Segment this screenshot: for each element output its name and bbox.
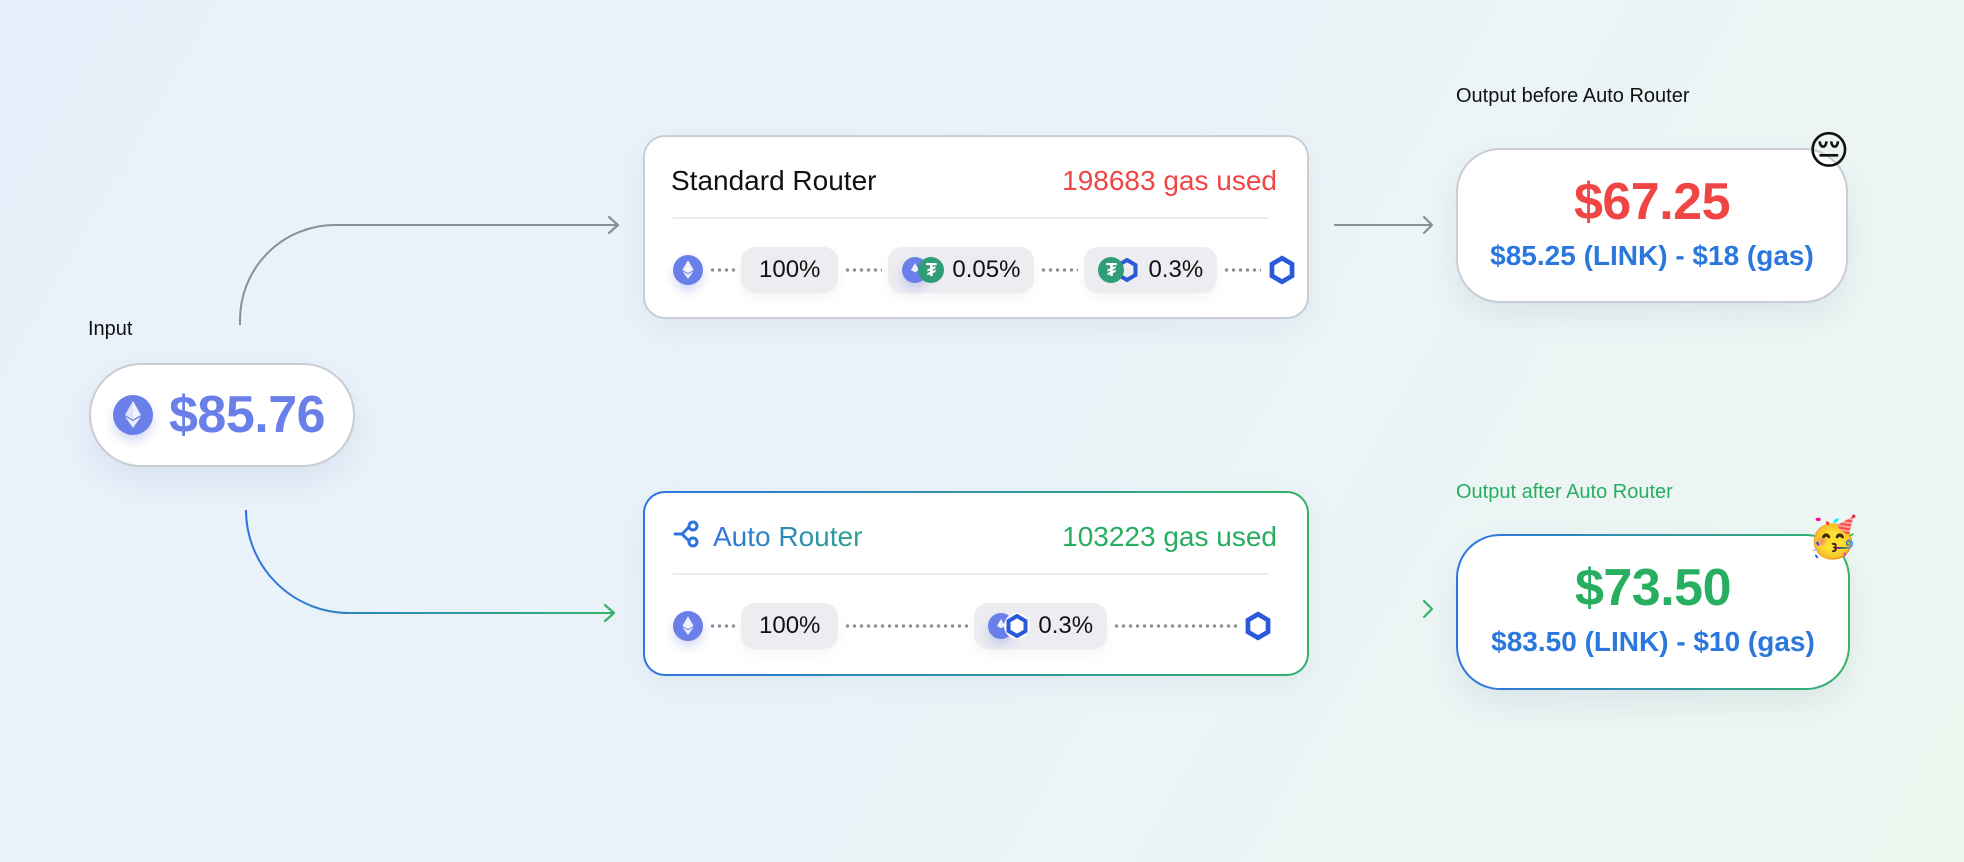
connector-input-to-auto	[245, 509, 616, 623]
connector-standard-to-output	[1334, 215, 1434, 235]
input-amount: $85.76	[169, 386, 326, 444]
pool-pill: ₮ 0.05%	[888, 247, 1035, 293]
chainlink-icon	[1243, 611, 1273, 641]
output-after-amount: $73.50	[1574, 559, 1732, 617]
input-label: Input	[88, 318, 133, 340]
auto-route-path: 100% 0.3%	[673, 603, 1271, 649]
standard-router-title: Standard Router	[671, 165, 877, 196]
standard-router-card: Standard Router 198683 gas used 100% ₮ 0…	[643, 135, 1309, 319]
route-dots	[709, 624, 735, 628]
split-percent-pill: 100%	[741, 247, 839, 293]
route-dots	[1040, 268, 1079, 272]
auto-router-gas: 103223 gas used	[1062, 521, 1277, 552]
standard-router-gas: 198683 gas used	[1062, 165, 1277, 196]
pool-pill: 0.3%	[974, 603, 1108, 649]
chainlink-icon	[1004, 613, 1031, 639]
split-percent-pill: 100%	[741, 603, 839, 649]
input-card: $85.76	[89, 363, 355, 467]
auto-router-card: Auto Router 103223 gas used 100% 0.3%	[643, 491, 1309, 676]
output-before-amount: $67.25	[1573, 173, 1731, 231]
route-dots	[1113, 624, 1238, 628]
connector-auto-to-output	[1334, 599, 1434, 619]
partying-face-icon: 🥳	[1808, 516, 1858, 560]
divider	[673, 217, 1269, 219]
ethereum-icon	[113, 395, 153, 435]
route-dots	[1223, 268, 1262, 272]
output-after-card: $73.50 $83.50 (LINK) - $10 (gas)	[1456, 534, 1850, 690]
ethereum-icon	[673, 611, 703, 641]
connector-input-to-standard	[239, 215, 620, 325]
output-after-breakdown: $83.50 (LINK) - $10 (gas)	[1491, 626, 1815, 657]
route-dots	[844, 624, 969, 628]
route-dots	[709, 268, 735, 272]
tether-icon: ₮	[918, 257, 945, 283]
route-dots	[844, 268, 883, 272]
auto-router-title: Auto Router	[671, 520, 862, 555]
ethereum-icon	[673, 255, 703, 285]
output-before-card: $67.25 $85.25 (LINK) - $18 (gas)	[1456, 148, 1848, 303]
pensive-face-icon: 😔	[1808, 129, 1850, 173]
chainlink-icon	[1267, 255, 1297, 285]
output-before-label: Output before Auto Router	[1456, 85, 1690, 107]
standard-route-path: 100% ₮ 0.05% ₮ 0.3%	[673, 247, 1295, 293]
pool-pill: ₮ 0.3%	[1084, 247, 1218, 293]
output-after-label: Output after Auto Router	[1456, 481, 1673, 503]
output-before-breakdown: $85.25 (LINK) - $18 (gas)	[1490, 240, 1814, 271]
divider	[673, 573, 1269, 575]
share-route-icon	[671, 520, 701, 555]
